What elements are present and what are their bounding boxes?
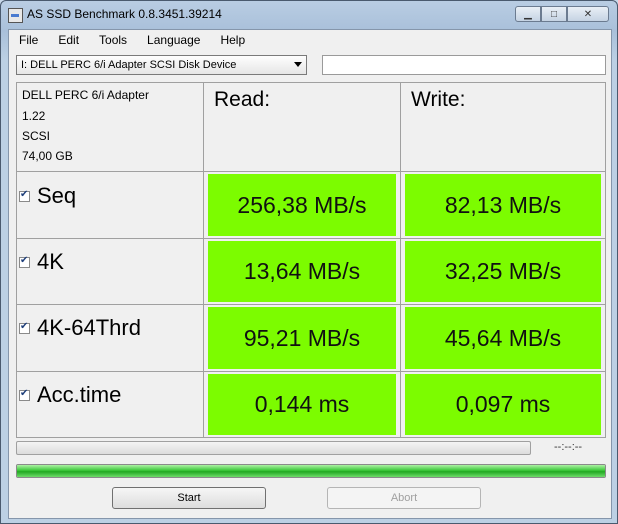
4k-64thrd-read-value: 95,21 MB/s [208,307,396,369]
start-button[interactable]: Start [112,487,266,509]
chevron-down-icon [294,62,302,67]
results-grid: DELL PERC 6/i Adapter 1.22 SCSI 74,00 GB… [16,82,606,438]
row-seq: Seq [19,183,76,209]
acc-time-read-value: 0,144 ms [208,374,396,435]
4k-checkbox[interactable] [19,255,30,268]
title-bar[interactable]: AS SSD Benchmark 0.8.3451.39214 ▁ □ ✕ [1,1,617,29]
4k-64thrd-checkbox[interactable] [19,321,30,334]
test-progress-bar [16,441,531,455]
device-interface: SCSI [22,129,51,143]
row-4k-64thrd: 4K-64Thrd [19,315,141,341]
menu-file[interactable]: File [9,30,48,50]
grid-divider [203,83,204,437]
acc-time-checkbox[interactable] [19,388,30,401]
menu-edit[interactable]: Edit [48,30,89,50]
maximize-button[interactable]: □ [541,6,567,22]
grid-divider [400,83,401,437]
grid-divider [17,304,605,305]
device-name: DELL PERC 6/i Adapter [22,88,149,102]
device-size: 74,00 GB [22,149,73,163]
grid-divider [17,171,605,172]
4k-64thrd-write-value: 45,64 MB/s [405,307,601,369]
minimize-button[interactable]: ▁ [515,6,541,22]
device-dropdown[interactable]: I: DELL PERC 6/i Adapter SCSI Disk Devic… [16,55,307,75]
app-window: AS SSD Benchmark 0.8.3451.39214 ▁ □ ✕ Fi… [0,0,618,524]
menu-tools[interactable]: Tools [89,30,137,50]
4k-write-value: 32,25 MB/s [405,241,601,302]
read-header: Read: [214,88,271,111]
caption-buttons: ▁ □ ✕ [515,6,609,22]
seq-write-value: 82,13 MB/s [405,174,601,236]
app-icon [8,8,23,23]
grid-divider [17,371,605,372]
client-area: File Edit Tools Language Help I: DELL PE… [8,29,612,519]
seq-checkbox[interactable] [19,189,30,202]
device-firmware: 1.22 [22,109,46,123]
write-header: Write: [411,88,466,111]
grid-divider [17,238,605,239]
abort-button[interactable]: Abort [327,487,481,509]
menu-language[interactable]: Language [137,30,210,50]
row-label: Acc.time [37,382,122,407]
acc-time-write-value: 0,097 ms [405,374,601,435]
row-acc-time: Acc.time [19,382,121,408]
total-progress-bar [16,464,606,478]
seq-read-value: 256,38 MB/s [208,174,396,236]
menu-bar: File Edit Tools Language Help [9,30,611,50]
total-progress-fill [17,465,605,477]
row-label: Seq [37,183,77,208]
elapsed-time: --:--:-- [554,441,583,453]
row-label: 4K [37,249,64,274]
info-textbox[interactable] [322,55,606,75]
row-label: 4K-64Thrd [37,315,141,340]
device-dropdown-value: I: DELL PERC 6/i Adapter SCSI Disk Devic… [21,59,237,71]
close-button[interactable]: ✕ [567,6,609,22]
row-4k: 4K [19,249,64,275]
4k-read-value: 13,64 MB/s [208,241,396,302]
window-title: AS SSD Benchmark 0.8.3451.39214 [27,7,222,21]
menu-help[interactable]: Help [210,30,255,50]
